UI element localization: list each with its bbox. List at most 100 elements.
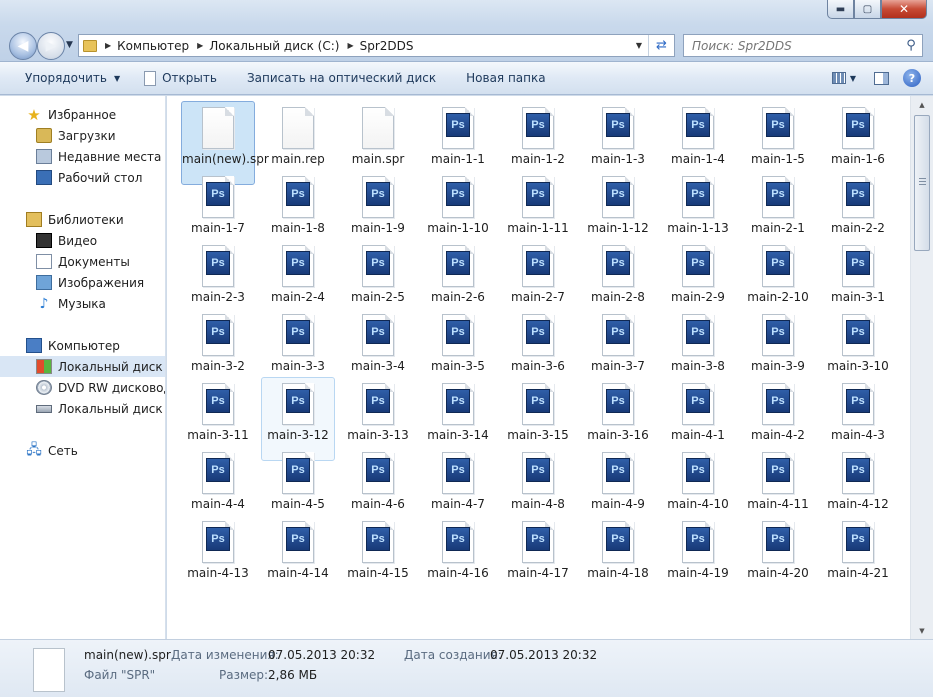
breadcrumb-computer[interactable]: Компьютер [117, 39, 189, 53]
file-item[interactable]: Ps main-4-21 [821, 515, 895, 599]
video-library-icon [36, 233, 52, 248]
view-dropdown-icon[interactable]: ▼ [850, 74, 856, 83]
nav-computer[interactable]: Компьютер [0, 335, 165, 356]
file-item[interactable]: Ps main-4-18 [581, 515, 655, 599]
photoshop-file-icon: Ps [842, 245, 874, 287]
nav-documents[interactable]: Документы [0, 251, 165, 272]
photoshop-file-icon: Ps [362, 452, 394, 494]
ps-badge: Ps [446, 182, 470, 206]
minimize-button[interactable]: ▬ [827, 0, 854, 19]
forward-button[interactable]: ▶ [37, 32, 65, 60]
address-bar[interactable]: ▶ Компьютер ▶ Локальный диск (C:) ▶ Spr2… [78, 34, 675, 57]
back-button[interactable]: ◀ [9, 32, 37, 60]
search-icon[interactable]: ⚲ [900, 38, 922, 53]
ps-badge: Ps [846, 389, 870, 413]
ps-badge: Ps [446, 527, 470, 551]
vertical-scrollbar[interactable]: ▲ ▼ [910, 96, 933, 639]
nav-local-disk-k[interactable]: Локальный диск (K:) [0, 398, 165, 419]
ps-badge: Ps [206, 320, 230, 344]
change-view-icon[interactable] [831, 72, 846, 84]
photoshop-file-icon: Ps [682, 521, 714, 563]
search-box[interactable]: ⚲ [683, 34, 923, 57]
ps-badge: Ps [526, 113, 550, 137]
file-icon [33, 648, 65, 692]
nav-label: Видео [58, 233, 98, 248]
nav-label: DVD RW дисковод ( [58, 380, 166, 395]
ps-badge: Ps [286, 527, 310, 551]
nav-favorites[interactable]: ★ Избранное [0, 104, 165, 125]
scroll-down-icon[interactable]: ▼ [911, 622, 933, 639]
breadcrumb-local-disk-c[interactable]: Локальный диск (C:) [209, 39, 339, 53]
recent-pages-dropdown[interactable]: ▼ [66, 40, 73, 50]
maximize-button[interactable]: ▢ [854, 0, 881, 19]
photoshop-file-icon: Ps [682, 107, 714, 149]
ps-badge: Ps [526, 182, 550, 206]
folder-icon [83, 39, 97, 52]
search-input[interactable] [692, 38, 900, 53]
scroll-up-icon[interactable]: ▲ [911, 96, 933, 113]
details-modified-value: 07.05.2013 20:32 [268, 648, 376, 662]
nav-music[interactable]: ♪ Музыка [0, 293, 165, 314]
file-name: main-3-7 [591, 359, 645, 373]
nav-label: Библиотеки [48, 212, 124, 227]
file-item[interactable]: Ps main-4-14 [261, 515, 335, 599]
address-history-dropdown[interactable]: ▼ [630, 41, 648, 50]
file-item[interactable]: Ps main-4-17 [501, 515, 575, 599]
photoshop-file-icon: Ps [602, 176, 634, 218]
file-item[interactable]: Ps main-4-15 [341, 515, 415, 599]
ps-badge: Ps [686, 113, 710, 137]
nav-label: Загрузки [58, 128, 116, 143]
nav-local-disk-c[interactable]: Локальный диск (C:) [0, 356, 165, 377]
photoshop-file-icon: Ps [362, 314, 394, 356]
file-name: main-3-16 [587, 428, 649, 442]
nav-downloads[interactable]: Загрузки [0, 125, 165, 146]
refresh-button[interactable]: ⇄ [648, 35, 674, 56]
nav-dvd-drive[interactable]: DVD RW дисковод ( [0, 377, 166, 398]
photoshop-file-icon: Ps [202, 314, 234, 356]
nav-images[interactable]: Изображения [0, 272, 165, 293]
breadcrumb-separator-icon[interactable]: ▶ [197, 41, 203, 50]
breadcrumb: ▶ Компьютер ▶ Локальный диск (C:) ▶ Spr2… [97, 39, 414, 53]
organize-button[interactable]: Упорядочить ▼ [0, 62, 130, 94]
ps-badge: Ps [286, 182, 310, 206]
photoshop-file-icon: Ps [682, 314, 714, 356]
scrollbar-thumb[interactable] [914, 115, 930, 251]
file-name: main-3-2 [191, 359, 245, 373]
photoshop-file-icon: Ps [602, 245, 634, 287]
ps-badge: Ps [606, 320, 630, 344]
file-name: main-2-4 [271, 290, 325, 304]
nav-network[interactable]: 🖧 Сеть [0, 440, 165, 461]
open-button[interactable]: Открыть [130, 62, 227, 94]
nav-desktop[interactable]: Рабочий стол [0, 167, 165, 188]
ps-badge: Ps [766, 389, 790, 413]
photoshop-file-icon: Ps [682, 452, 714, 494]
file-item[interactable]: Ps main-4-16 [421, 515, 495, 599]
preview-pane-icon[interactable] [874, 71, 889, 85]
file-item[interactable]: Ps main-4-20 [741, 515, 815, 599]
file-name: main-3-6 [511, 359, 565, 373]
ps-badge: Ps [606, 251, 630, 275]
ps-badge: Ps [526, 389, 550, 413]
file-name: main-1-10 [427, 221, 489, 235]
file-item[interactable]: Ps main-4-19 [661, 515, 735, 599]
new-folder-button[interactable]: Новая папка [446, 62, 555, 94]
ps-badge: Ps [446, 113, 470, 137]
file-item[interactable]: Ps main-4-13 [181, 515, 255, 599]
file-name: main(new).spr [182, 152, 269, 166]
photoshop-file-icon: Ps [362, 245, 394, 287]
nav-video[interactable]: Видео [0, 230, 165, 251]
photoshop-file-icon: Ps [202, 383, 234, 425]
file-name: main-4-16 [427, 566, 489, 580]
breadcrumb-separator-icon[interactable]: ▶ [105, 41, 111, 50]
breadcrumb-separator-icon[interactable]: ▶ [347, 41, 353, 50]
breadcrumb-spr2dds[interactable]: Spr2DDS [360, 39, 414, 53]
burn-button[interactable]: Записать на оптический диск [227, 62, 446, 94]
close-button[interactable]: ✕ [881, 0, 927, 19]
file-name: main-2-10 [747, 290, 809, 304]
nav-recent-places[interactable]: Недавние места [0, 146, 165, 167]
file-name: main-4-8 [511, 497, 565, 511]
help-icon[interactable]: ? [903, 69, 921, 87]
file-name: main-3-9 [751, 359, 805, 373]
nav-libraries[interactable]: Библиотеки [0, 209, 165, 230]
photoshop-file-icon: Ps [762, 245, 794, 287]
